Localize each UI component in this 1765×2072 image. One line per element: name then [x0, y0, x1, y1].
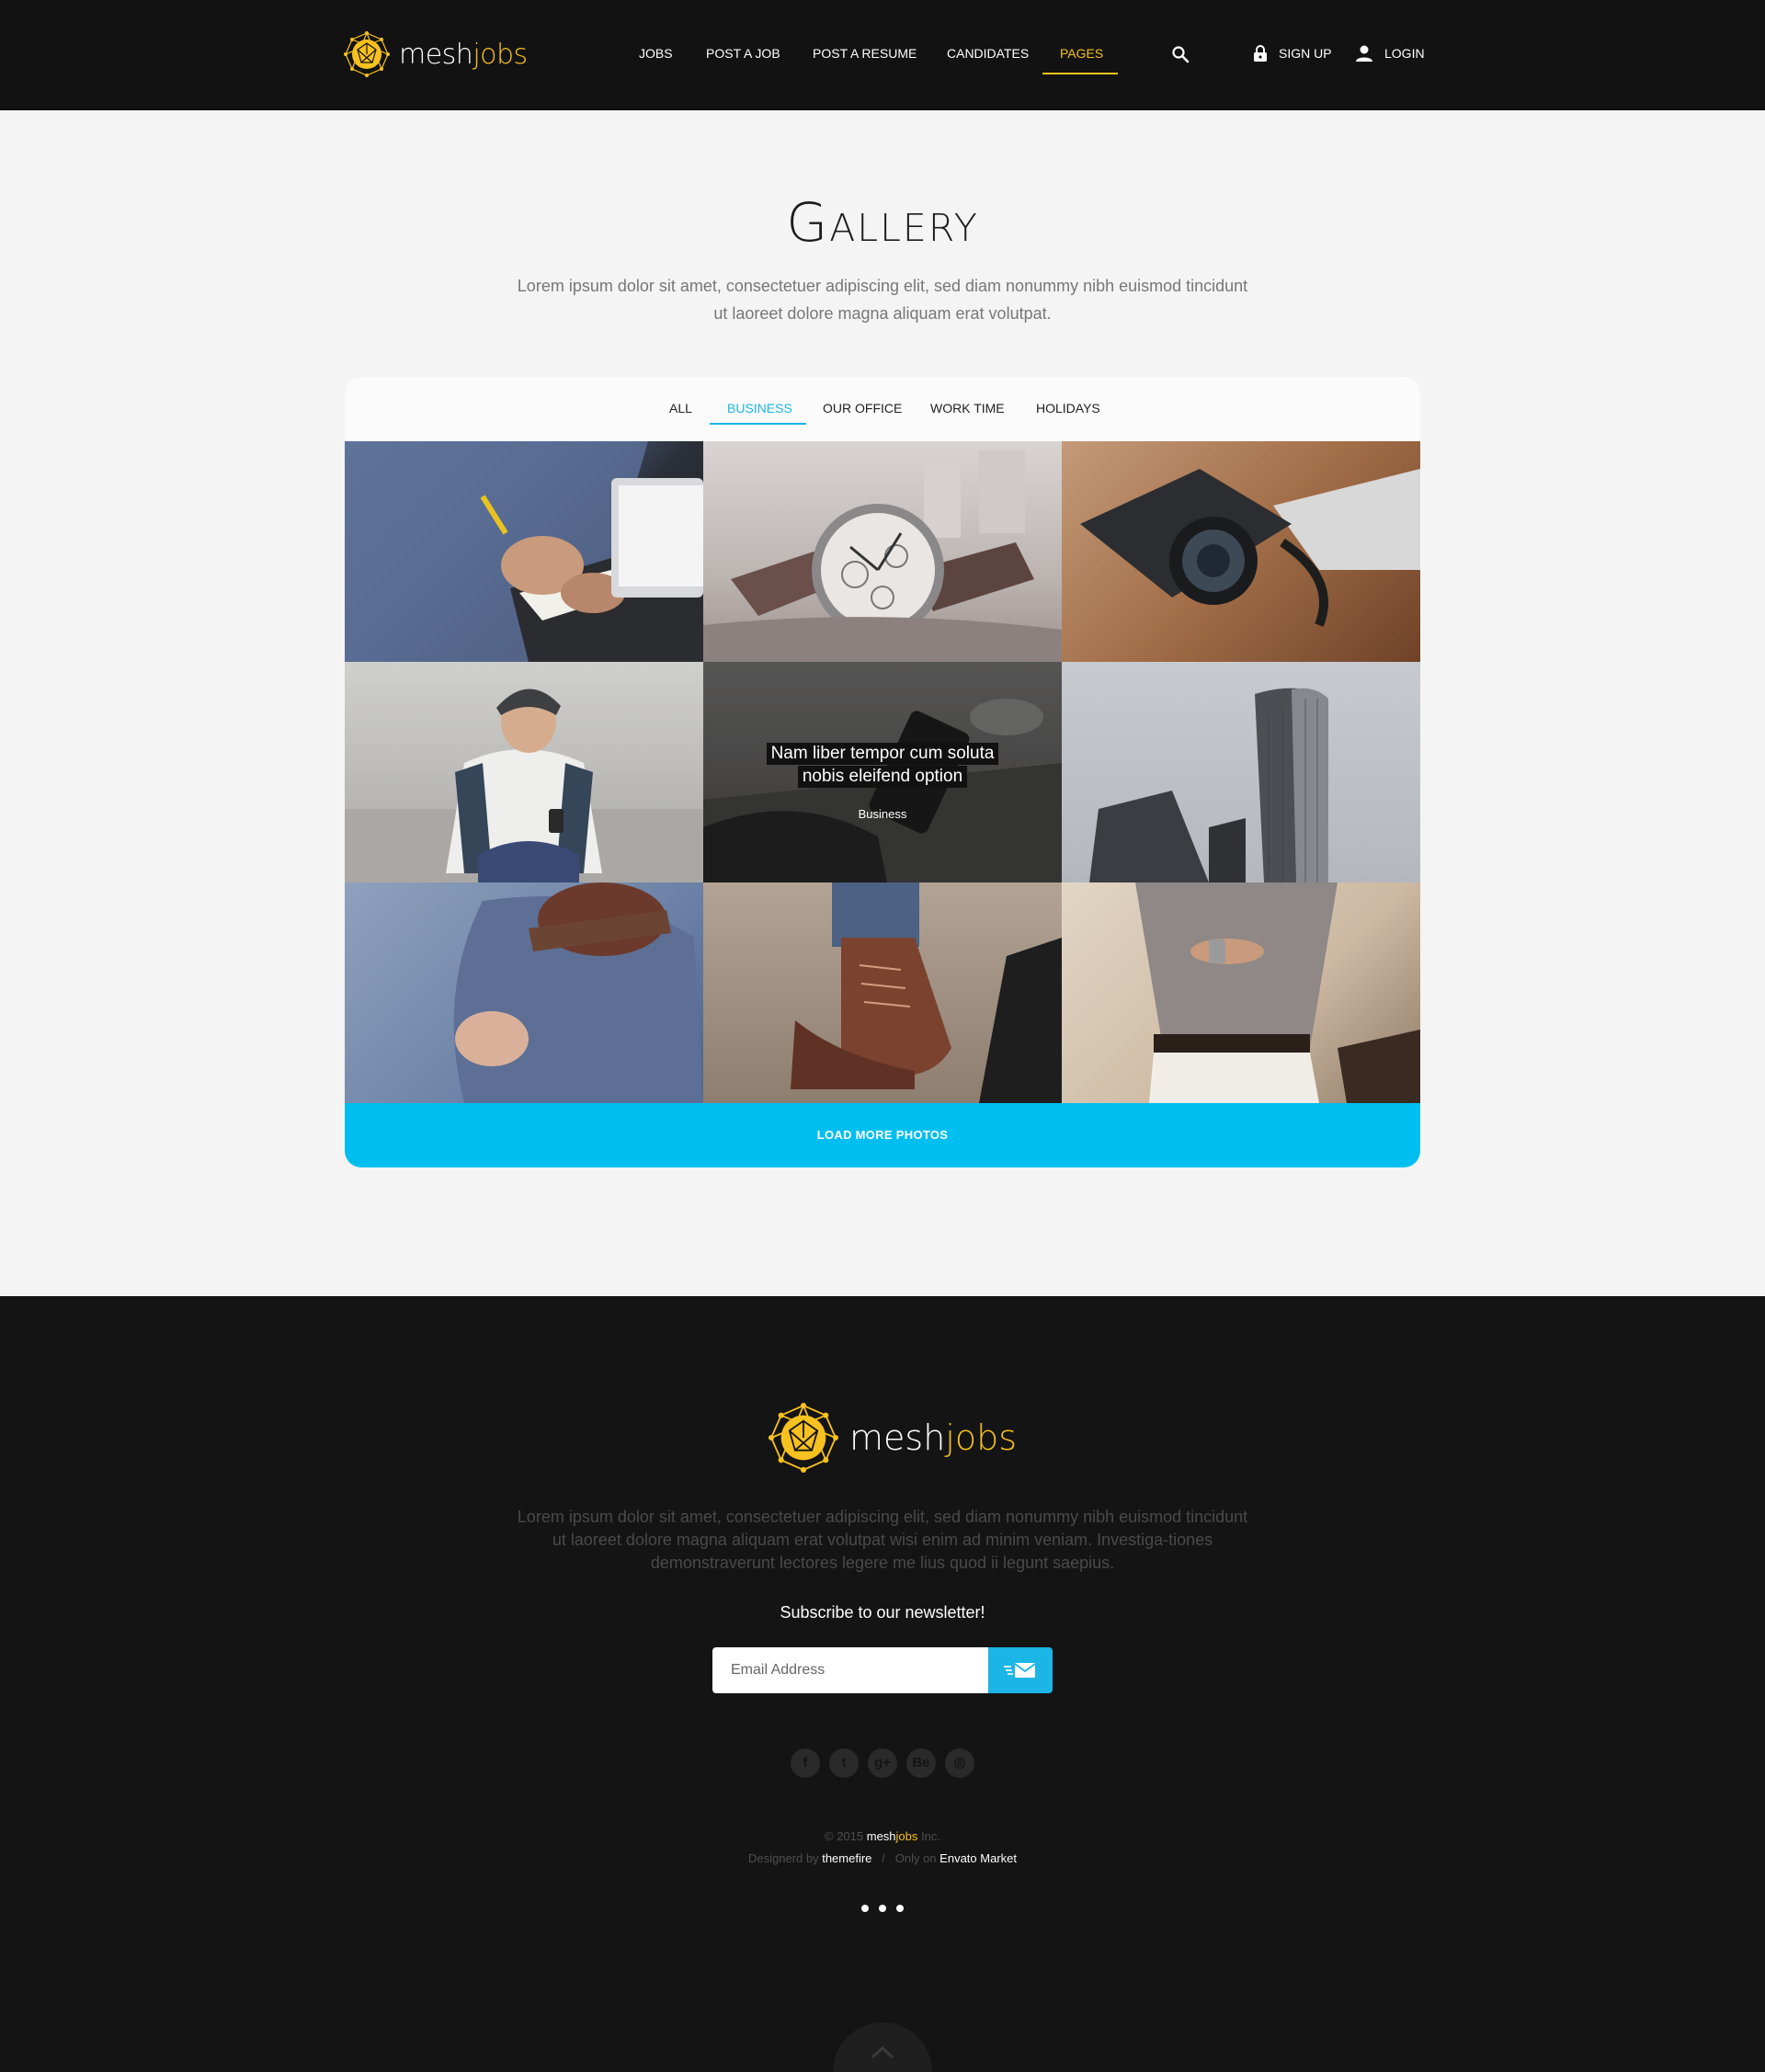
behance-icon[interactable]: Be — [906, 1748, 936, 1778]
tab-work-time[interactable]: WORK TIME — [930, 401, 1005, 416]
site-header: meshjobs JOBS POST A JOB POST A RESUME C… — [0, 0, 1765, 110]
gallery-photo-boots[interactable] — [703, 882, 1062, 1103]
lock-icon — [1254, 45, 1267, 62]
nav-post-a-resume[interactable]: POST A RESUME — [813, 46, 917, 61]
overlay-category: Business — [858, 807, 907, 821]
newsletter-email-input[interactable] — [712, 1647, 988, 1693]
tab-all[interactable]: ALL — [669, 401, 692, 416]
tab-our-office[interactable]: OUR OFFICE — [823, 401, 902, 416]
gallery-photo-man-phone[interactable] — [345, 662, 703, 882]
nav-jobs[interactable]: JOBS — [639, 46, 673, 61]
mesh-logo-icon — [769, 1403, 838, 1473]
footer-description: Lorem ipsum dolor sit amet, consectetuer… — [517, 1508, 1248, 1572]
facebook-icon[interactable]: f — [791, 1748, 820, 1778]
mesh-logo-icon — [344, 31, 390, 77]
gallery-intro: Lorem ipsum dolor sit amet, consectetuer… — [517, 277, 1248, 323]
signup-link[interactable]: SIGN UP — [1279, 46, 1332, 61]
google-plus-icon[interactable]: g+ — [868, 1748, 897, 1778]
watch-photo-image — [703, 450, 1062, 662]
gallery-card: ALL BUSINESS OUR OFFICE WORK TIME HOLIDA… — [345, 377, 1420, 1167]
overlay-title-line-2: nobis eleifend option — [797, 766, 968, 788]
copyright: © 2015 meshjobs Inc. — [825, 1829, 940, 1843]
site-footer: meshjobs Lorem ipsum dolor sit amet, con… — [0, 1296, 1765, 2072]
gallery-photo-couple[interactable] — [345, 882, 703, 1103]
gallery-photo-camera[interactable] — [1062, 441, 1420, 662]
skyscraper-photo-image — [1089, 688, 1328, 882]
page-title: Gallery — [786, 191, 979, 254]
watch-man-photo-image — [1135, 882, 1420, 1103]
tab-active-indicator — [710, 423, 806, 425]
gallery-photo-writing[interactable] — [345, 441, 703, 662]
nav-post-a-job[interactable]: POST A JOB — [706, 46, 780, 61]
gallery-photo-skyscraper[interactable] — [1062, 662, 1420, 882]
dribbble-icon[interactable]: ◎ — [945, 1748, 974, 1778]
gallery-photo-watch[interactable] — [703, 441, 1062, 662]
designer-link[interactable]: themefire — [822, 1851, 871, 1865]
nav-pages[interactable]: PAGES — [1060, 46, 1103, 61]
chevron-up-icon — [871, 2045, 894, 2059]
gallery-photo-business-hover[interactable]: Nam liber tempor cum soluta nobis eleife… — [703, 662, 1062, 882]
man-phone-photo-image — [345, 689, 703, 882]
tab-business[interactable]: BUSINESS — [727, 401, 792, 416]
nav-candidates[interactable]: CANDIDATES — [947, 46, 1029, 61]
twitter-icon[interactable]: t — [829, 1748, 859, 1778]
gallery-photo-watch-man[interactable] — [1062, 882, 1420, 1103]
camera-photo-image — [1080, 469, 1420, 627]
couple-photo-image — [453, 882, 703, 1103]
boots-photo-image — [791, 882, 1062, 1103]
footer-logo[interactable]: meshjobs — [769, 1403, 1017, 1473]
site-logo[interactable]: meshjobs — [344, 29, 528, 79]
newsletter-submit-button[interactable] — [988, 1647, 1053, 1693]
gallery-grid: Nam liber tempor cum soluta nobis eleife… — [345, 441, 1420, 1103]
footer-logo-text: meshjobs — [849, 1417, 1018, 1458]
tab-holidays[interactable]: HOLIDAYS — [1036, 401, 1100, 416]
user-icon — [1356, 45, 1372, 62]
back-to-top-button[interactable] — [833, 2022, 932, 2072]
load-more-photos-button[interactable]: LOAD MORE PHOTOS — [345, 1103, 1420, 1167]
more-dots-icon[interactable] — [861, 1905, 904, 1914]
logo-text: meshjobs — [399, 38, 528, 71]
send-mail-icon — [1004, 1663, 1036, 1678]
login-link[interactable]: LOGIN — [1384, 46, 1425, 61]
writing-photo-image — [345, 441, 703, 662]
overlay-title: Nam liber tempor cum soluta nobis eleife… — [703, 743, 1062, 789]
search-icon[interactable] — [1171, 45, 1190, 63]
gallery-filter-tabs: ALL BUSINESS OUR OFFICE WORK TIME HOLIDA… — [345, 377, 1420, 441]
nav-active-indicator — [1042, 73, 1118, 74]
envato-market-link[interactable]: Envato Market — [939, 1851, 1017, 1865]
credits: Designerd by themefire / Only on Envato … — [747, 1851, 1017, 1865]
overlay-title-line-1: Nam liber tempor cum soluta — [766, 743, 999, 765]
newsletter-title: Subscribe to our newsletter! — [780, 1603, 985, 1622]
